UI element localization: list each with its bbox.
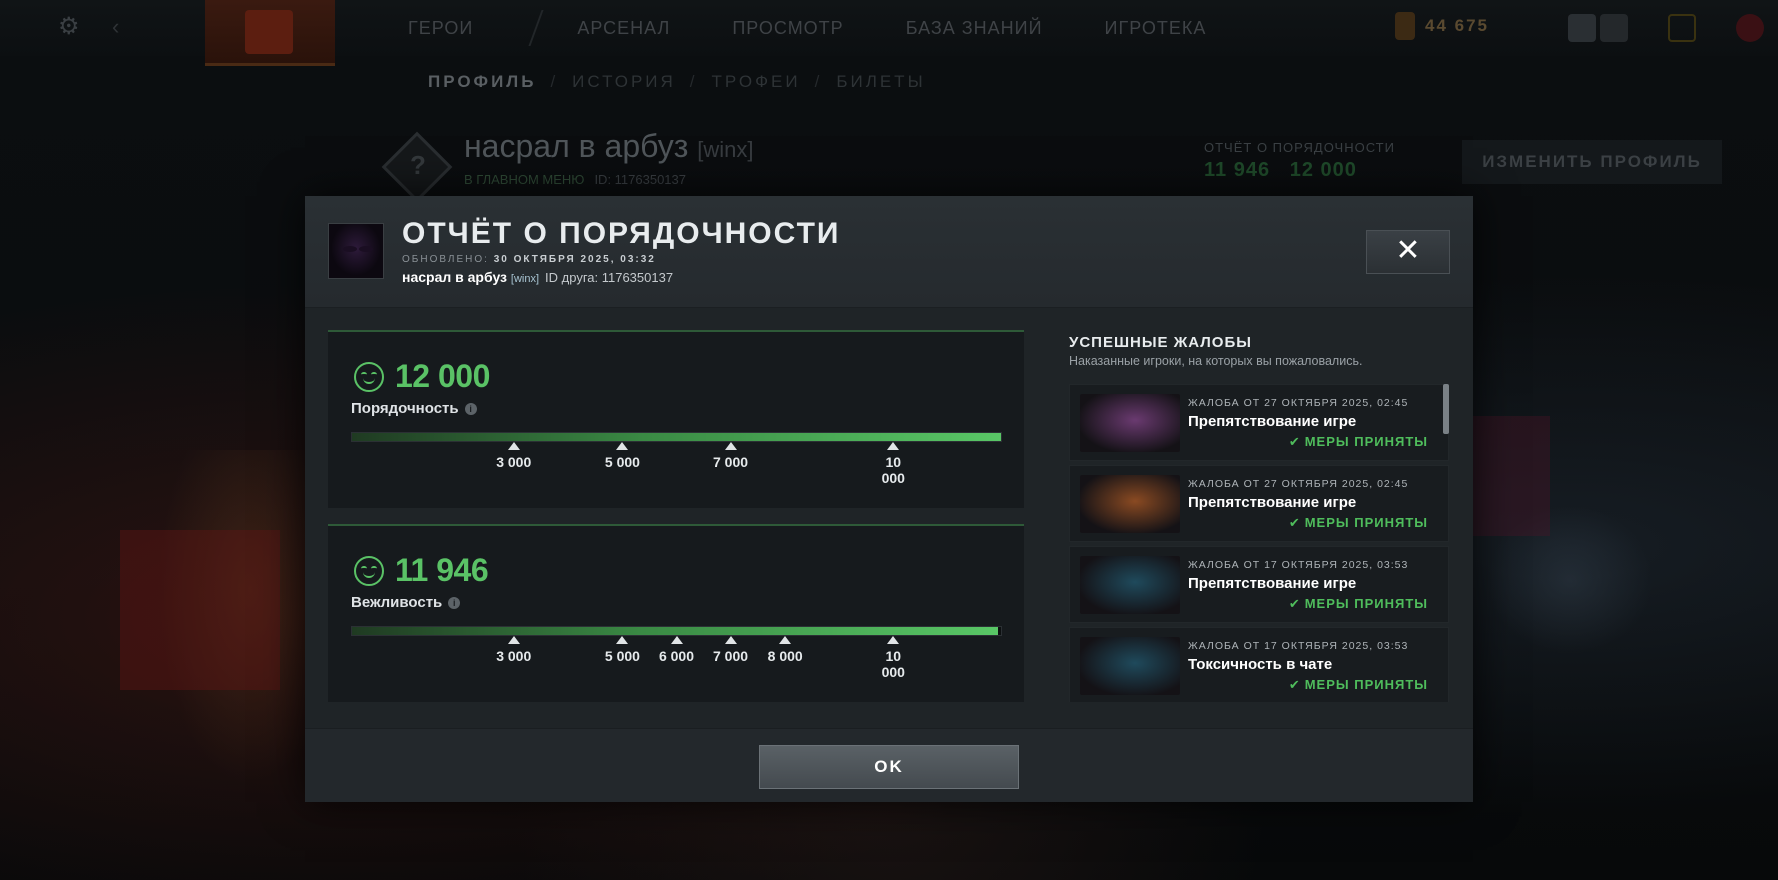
nav-arcade[interactable]: ИГРОТЕКА — [1105, 18, 1207, 46]
check-icon: ✔ — [1288, 596, 1301, 611]
close-icon: ✕ — [1395, 234, 1421, 267]
profile-status: В ГЛАВНОМ МЕНЮ ID: 1176350137 — [464, 172, 686, 187]
reports-title: УСПЕШНЫЕ ЖАЛОБЫ — [1069, 334, 1252, 351]
subnav-history[interactable]: ИСТОРИЯ — [572, 72, 676, 91]
threshold-marker — [724, 636, 737, 644]
threshold-label: 10 000 — [881, 454, 905, 486]
top-bar: ⚙ ‹ ГЕРОИ АРСЕНАЛ ПРОСМОТР БАЗА ЗНАНИЙ И… — [0, 0, 1778, 66]
list-item[interactable]: ЖАЛОБА ОТ 27 ОКТЯБРЯ 2025, 02:45 Препятс… — [1069, 384, 1449, 461]
threshold-label: 10 000 — [881, 648, 905, 680]
hero-portrait — [1080, 475, 1180, 533]
threshold-marker — [616, 636, 629, 644]
communication-score-fill — [352, 627, 999, 635]
power-icon[interactable] — [1736, 14, 1764, 42]
behavior-score-fill — [352, 433, 1001, 441]
notifications-icon[interactable] — [1600, 14, 1628, 42]
dota-logo[interactable] — [205, 0, 335, 66]
hero-portrait — [1080, 637, 1180, 695]
communication-score-bar — [351, 626, 1002, 636]
info-icon[interactable]: i — [448, 597, 461, 609]
reports-scrollbar[interactable] — [1443, 384, 1449, 434]
status-badge: ✔ МЕРЫ ПРИНЯТЫ — [1288, 515, 1428, 530]
avatar — [328, 223, 384, 279]
threshold-label: 5 000 — [604, 648, 640, 664]
info-icon[interactable]: i — [464, 403, 477, 415]
reports-list[interactable]: ЖАЛОБА ОТ 27 ОКТЯБРЯ 2025, 02:45 Препятс… — [1069, 384, 1449, 702]
threshold-label: 5 000 — [604, 454, 640, 470]
dialog-title: ОТЧЁТ О ПОРЯДОЧНОСТИ — [402, 217, 841, 250]
threshold-marker — [779, 636, 792, 644]
threshold-marker — [724, 442, 737, 450]
player-identity: насрал в арбуз [winx] ID друга: 117635013… — [402, 269, 674, 285]
shards-balance: 44 675 — [1395, 12, 1489, 40]
dialog-header: ОТЧЁТ О ПОРЯДОЧНОСТИ ОБНОВЛЕНО: 30 ОКТЯБ… — [305, 196, 1473, 308]
list-item[interactable]: ЖАЛОБА ОТ 17 ОКТЯБРЯ 2025, 03:53 Токсичн… — [1069, 627, 1449, 702]
profile-name: насрал в арбуз [winx] — [464, 128, 754, 164]
decor-block — [120, 530, 280, 690]
smiley-icon — [354, 362, 384, 392]
list-item[interactable]: ЖАЛОБА ОТ 27 ОКТЯБРЯ 2025, 02:45 Препятс… — [1069, 465, 1449, 542]
threshold-marker — [507, 442, 520, 450]
status-badge: ✔ МЕРЫ ПРИНЯТЫ — [1288, 596, 1428, 611]
behavior-score-value: 12 000 — [395, 358, 490, 394]
close-button[interactable]: ✕ — [1366, 230, 1450, 274]
ok-button[interactable]: OK — [759, 745, 1019, 789]
conduct-summary[interactable]: ОТЧЁТ О ПОРЯДОЧНОСТИ 11 946 12 000 — [1204, 140, 1395, 182]
nav-watch[interactable]: ПРОСМОТР — [732, 18, 843, 46]
threshold-marker — [887, 442, 900, 450]
nav-learn[interactable]: БАЗА ЗНАНИЙ — [906, 18, 1043, 46]
threshold-label: 3 000 — [496, 648, 532, 664]
main-nav: ГЕРОИ АРСЕНАЛ ПРОСМОТР БАЗА ЗНАНИЙ ИГРОТ… — [408, 10, 1268, 46]
nav-divider — [528, 10, 544, 46]
check-icon: ✔ — [1288, 434, 1301, 449]
updated-timestamp: ОБНОВЛЕНО: 30 ОКТЯБРЯ 2025, 03:32 — [402, 254, 656, 265]
check-icon: ✔ — [1288, 677, 1301, 692]
gear-icon[interactable]: ⚙ — [58, 14, 84, 40]
list-item[interactable]: ЖАЛОБА ОТ 17 ОКТЯБРЯ 2025, 03:53 Препятс… — [1069, 546, 1449, 623]
conduct-report-dialog: ОТЧЁТ О ПОРЯДОЧНОСТИ ОБНОВЛЕНО: 30 ОКТЯБ… — [305, 196, 1473, 802]
chat-icon[interactable] — [1568, 14, 1596, 42]
status-badge: ✔ МЕРЫ ПРИНЯТЫ — [1288, 677, 1428, 692]
back-arrow-icon[interactable]: ‹ — [112, 16, 119, 38]
behavior-score-panel: 12 000 Порядочность i 3 000 5 000 7 000 10 0… — [328, 330, 1024, 508]
dialog-body: 12 000 Порядочность i 3 000 5 000 7 000 10 0… — [305, 308, 1473, 728]
threshold-marker — [507, 636, 520, 644]
threshold-label: 7 000 — [713, 454, 749, 470]
nav-heroes[interactable]: ГЕРОИ — [408, 18, 473, 46]
status-badge: ✔ МЕРЫ ПРИНЯТЫ — [1288, 434, 1428, 449]
subnav-trophies[interactable]: ТРОФЕИ — [712, 72, 801, 91]
behavior-score-label: Порядочность i — [351, 400, 477, 417]
communication-score-value: 11 946 — [395, 552, 489, 588]
communication-score-label: Вежливость i — [351, 594, 461, 611]
subnav-tickets[interactable]: БИЛЕТЫ — [836, 72, 925, 91]
reports-subtitle: Наказанные игроки, на которых вы пожалов… — [1069, 354, 1363, 368]
threshold-label: 7 000 — [713, 648, 749, 664]
smiley-icon — [354, 556, 384, 586]
threshold-marker — [616, 442, 629, 450]
communication-score-panel: 11 946 Вежливость i 3 000 5 000 6 000 7 000 8… — [328, 524, 1024, 702]
check-icon: ✔ — [1288, 515, 1301, 530]
threshold-label: 8 000 — [767, 648, 803, 664]
edit-profile-button[interactable]: ИЗМЕНИТЬ ПРОФИЛЬ — [1462, 140, 1722, 184]
nav-armory[interactable]: АРСЕНАЛ — [577, 18, 670, 46]
threshold-label: 6 000 — [658, 648, 695, 664]
behavior-score-bar — [351, 432, 1002, 442]
threshold-label: 3 000 — [496, 454, 532, 470]
subnav-profile[interactable]: ПРОФИЛЬ — [428, 72, 536, 91]
hero-portrait — [1080, 394, 1180, 452]
profile-subnav: ПРОФИЛЬ / ИСТОРИЯ / ТРОФЕИ / БИЛЕТЫ — [428, 72, 926, 91]
hero-portrait — [1080, 556, 1180, 614]
shards-icon — [1395, 12, 1415, 40]
threshold-marker — [887, 636, 900, 644]
plus-icon[interactable] — [1668, 14, 1696, 42]
threshold-marker — [670, 636, 683, 644]
